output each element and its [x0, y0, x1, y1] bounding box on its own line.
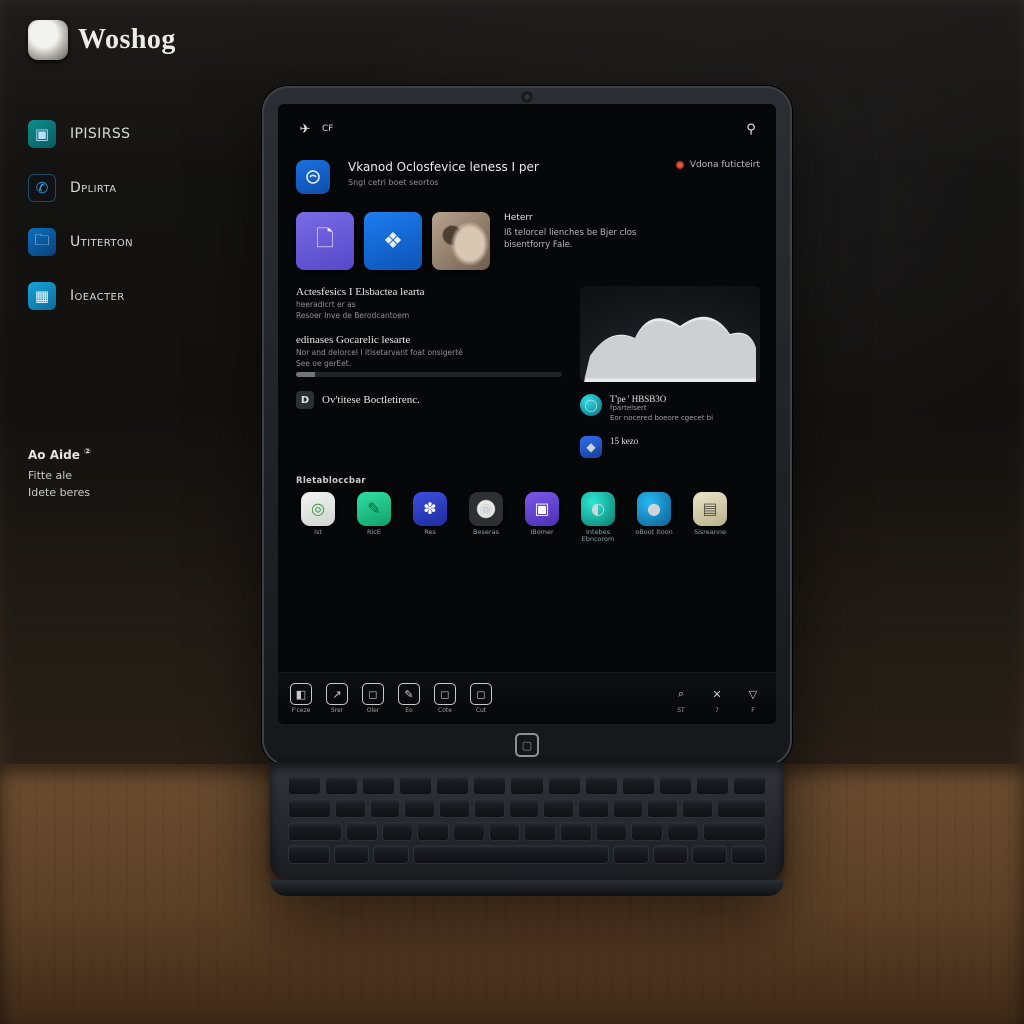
ring-icon: ◯ [580, 394, 602, 416]
app-item[interactable]: ▤Sisreanne [688, 492, 732, 543]
alert-dot-icon [676, 161, 684, 169]
app-icon: ◉ [469, 492, 503, 526]
taskbar-item[interactable]: ✕7 [706, 683, 728, 714]
sidebar-item-utiterton[interactable]: 🗀 Utiterton [28, 228, 133, 256]
section-chip-icon[interactable]: D [296, 391, 314, 409]
app-item[interactable]: ▣IBomer [520, 492, 564, 543]
taskbar-item[interactable]: ◻Cut [470, 683, 492, 714]
grid-icon: ▦ [28, 282, 56, 310]
taskbar-item[interactable]: ◻Cote [434, 683, 456, 714]
task-icon: ◻ [470, 683, 492, 705]
feature-icon[interactable] [296, 160, 330, 194]
side-note: Ao Aide ② Fitte ale Idete beres [28, 446, 91, 501]
progress-bar[interactable] [296, 372, 562, 377]
taskbar-item[interactable]: ⌕ST [670, 683, 692, 714]
tile-purple[interactable]: 🗋 [296, 212, 354, 270]
right-panel-a[interactable]: ◯ T'pe ' HBSB3O fpartelsert Eor nocered … [580, 394, 760, 424]
taskbar-item[interactable]: ✎Eo [398, 683, 420, 714]
filter-icon: ▽ [742, 683, 764, 705]
cloud-graphic [580, 286, 760, 382]
task-icon: ◧ [290, 683, 312, 705]
taskbar-item[interactable]: ◧F'ceze [290, 683, 312, 714]
screen: ✈ CF ⚲ Vkanod Oclosfevice leness I per S… [278, 104, 776, 724]
task-icon: ✎ [398, 683, 420, 705]
sidebar-item-dplirta[interactable]: ✆ Dplirta [28, 174, 133, 202]
keyboard[interactable] [270, 762, 784, 880]
section-1: Actesfesics I Elsbactea learta heeradicr… [296, 286, 562, 320]
titlebar: ✈ CF ⚲ [296, 120, 760, 138]
app-item[interactable]: ✽Res [408, 492, 452, 543]
app-icon: ● [637, 492, 671, 526]
app-item[interactable]: ◐Intebes Ebncorom [576, 492, 620, 543]
phone-icon: ✆ [28, 174, 56, 202]
app-grid-heading: Rletabloccbar [296, 476, 760, 486]
app-icon: ◐ [581, 492, 615, 526]
taskbar-item[interactable]: ▽F [742, 683, 764, 714]
task-icon: ◻ [362, 683, 384, 705]
folder-icon: 🗀 [28, 228, 56, 256]
cube-icon: ◆ [580, 436, 602, 458]
app-icon: ✎ [357, 492, 391, 526]
titlebar-label: CF [322, 124, 333, 134]
sidebar: ▣ IPISIRSS ✆ Dplirta 🗀 Utiterton ▦ Ioeac… [28, 120, 133, 310]
camera-icon: ▣ [28, 120, 56, 148]
task-icon: ↗ [326, 683, 348, 705]
taskbar: ◧F'ceze ↗Srer ◻Oler ✎Eo ◻Cote ◻Cut ⌕ST ✕… [278, 672, 776, 724]
brand-name: Woshog [78, 24, 176, 56]
app-item[interactable]: ◎Ist [296, 492, 340, 543]
sidebar-item-label: IPISIRSS [70, 126, 130, 142]
tile-row: 🗋 ❖ [296, 212, 490, 270]
app-icon: ▣ [525, 492, 559, 526]
feature-subtitle: Sngl cetri boet seortos [348, 178, 539, 187]
right-panel-b[interactable]: ◆ 15 kezo [580, 436, 760, 458]
tile-blue[interactable]: ❖ [364, 212, 422, 270]
tablet-device: ✈ CF ⚲ Vkanod Oclosfevice leness I per S… [262, 86, 792, 906]
tile-note: Heterr Iß telorcel lienches be Bjer clos… [504, 212, 654, 252]
sidebar-item-ioeacter[interactable]: ▦ Ioeacter [28, 282, 133, 310]
taskbar-item[interactable]: ↗Srer [326, 683, 348, 714]
section-2: edinases Gocarelic lesarte Nor and delor… [296, 334, 562, 377]
app-icon: ▤ [693, 492, 727, 526]
app-item[interactable]: ●oBoot Itoon [632, 492, 676, 543]
taskbar-item[interactable]: ◻Oler [362, 683, 384, 714]
close-icon: ✕ [706, 683, 728, 705]
brand: Woshog [28, 20, 176, 60]
app-item[interactable]: ✎RicE [352, 492, 396, 543]
search-icon: ⌕ [670, 683, 692, 705]
app-grid: Rletabloccbar ◎Ist ✎RicE ✽Res ◉Beseras ▣… [296, 472, 760, 543]
app-icon: ◎ [301, 492, 335, 526]
sidebar-item-label: Ioeacter [70, 288, 125, 304]
section-3: D Ov'titese Boctletirenc. [296, 391, 562, 409]
feature-side-note: Vdona futicteirt [676, 160, 760, 170]
camera-icon [523, 93, 531, 101]
app-icon[interactable]: ✈ [296, 120, 314, 138]
task-icon: ◻ [434, 683, 456, 705]
sidebar-item-label: Utiterton [70, 234, 133, 250]
tile-photo[interactable] [432, 212, 490, 270]
brand-logo-icon [28, 20, 68, 60]
settings-icon[interactable]: ⚲ [742, 120, 760, 138]
app-icon: ✽ [413, 492, 447, 526]
feature-title: Vkanod Oclosfevice leness I per [348, 160, 539, 174]
home-button[interactable]: ▢ [515, 733, 539, 757]
app-item[interactable]: ◉Beseras [464, 492, 508, 543]
sidebar-item-ipisirss[interactable]: ▣ IPISIRSS [28, 120, 133, 148]
sidebar-item-label: Dplirta [70, 180, 117, 196]
